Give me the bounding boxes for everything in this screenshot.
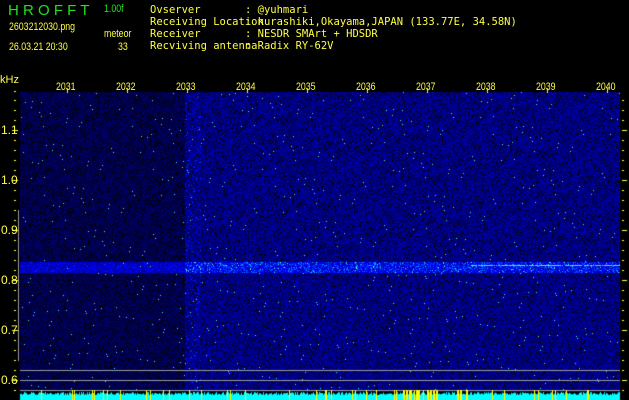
info-label: Ovserver: [150, 4, 201, 16]
x-tick-label: 2034: [236, 81, 256, 93]
y-tick-label: 1.1: [1, 123, 18, 137]
info-value: : Radix RY-62V: [245, 40, 334, 52]
y-tick-label: 0.7: [1, 323, 18, 337]
x-tick-label: 2036: [356, 81, 376, 93]
mode-label: meteor: [104, 28, 132, 40]
meteor-count: 33: [118, 41, 128, 53]
x-tick-label: 2033: [176, 81, 196, 93]
info-value: : @yuhmari: [245, 4, 309, 16]
y-tick-label: 0.9: [1, 223, 18, 237]
info-value: : NESDR SMArt + HDSDR: [245, 28, 378, 40]
y-tick-label: 0.8: [1, 273, 18, 287]
x-tick-label: 2035: [296, 81, 316, 93]
x-tick-label: 2038: [476, 81, 496, 93]
info-value: : kurashiki,Okayama,JAPAN (133.77E, 34.5…: [245, 16, 517, 28]
x-tick-label: 2031: [56, 81, 76, 93]
logo: H R O F F T: [8, 2, 90, 19]
filename: 2603212030.png: [9, 21, 76, 33]
info-label: Recviving antenna: [150, 40, 258, 52]
x-tick-label: 2032: [116, 81, 136, 93]
y-tick-label: 1.0: [1, 173, 18, 187]
y-tick-label: 0.6: [1, 373, 18, 387]
datetime: 26.03.21 20:30: [9, 41, 68, 53]
info-label: Receiver: [150, 28, 201, 40]
x-tick-label: 2039: [536, 81, 556, 93]
y-unit-label: kHz: [0, 74, 19, 86]
hrofft-window: H R O F F T 1.00f 2603212030.png 26.03.2…: [0, 0, 629, 400]
spectrogram: [0, 80, 629, 400]
x-tick-label: 2040: [596, 81, 616, 93]
version: 1.00f: [104, 3, 124, 15]
x-tick-label: 2037: [416, 81, 436, 93]
